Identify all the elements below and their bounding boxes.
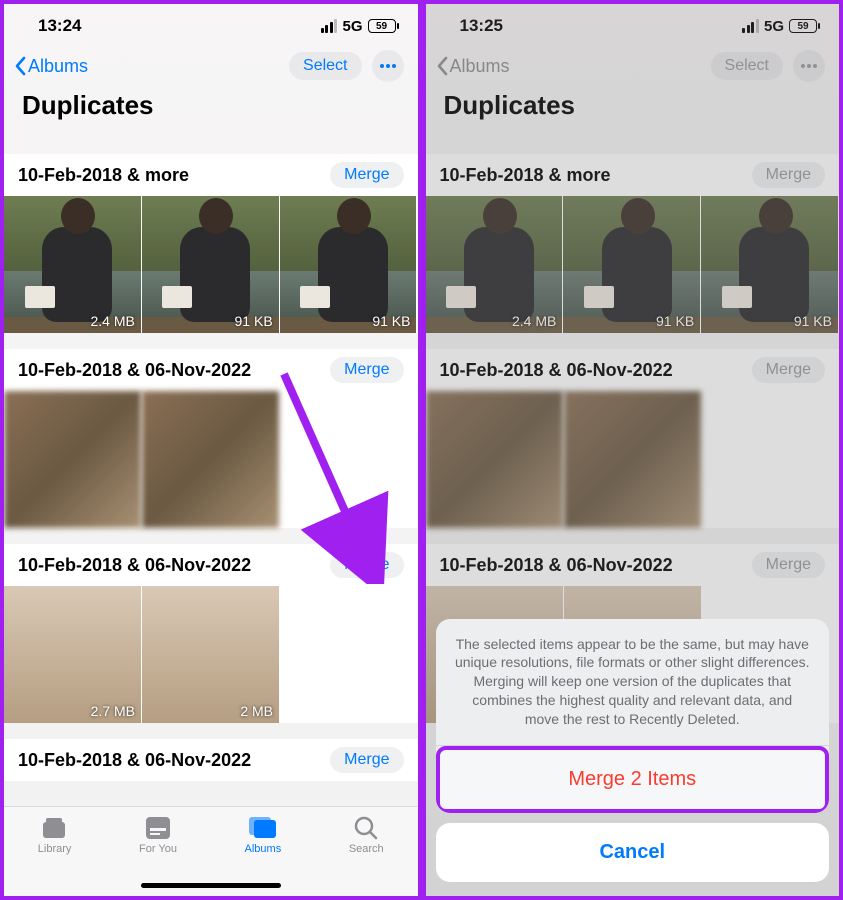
status-time: 13:24: [38, 16, 81, 36]
screenshot-left: 13:24 5G 59 Albums Select Duplicates 10-…: [0, 0, 422, 900]
file-size: 91 KB: [372, 313, 410, 329]
group-title: 10-Feb-2018 & 06-Nov-2022: [18, 360, 251, 381]
photo-thumbnail: 91 KB: [563, 196, 700, 333]
status-right: 5G 59: [321, 18, 396, 35]
duplicate-group: 10-Feb-2018 & 06-Nov-2022 Merge: [4, 349, 418, 528]
photo-thumbnail[interactable]: 91 KB: [142, 196, 279, 333]
group-title: 10-Feb-2018 & 06-Nov-2022: [18, 555, 251, 576]
merge-button: Merge: [752, 357, 825, 383]
duplicate-group: 10-Feb-2018 & 06-Nov-2022 Merge: [426, 349, 840, 528]
ellipsis-icon: [800, 63, 818, 69]
status-bar: 13:24 5G 59: [4, 4, 418, 40]
duplicate-group: 10-Feb-2018 & 06-Nov-2022 Merge 2.7 MB 2…: [4, 544, 418, 723]
photo-thumbnail[interactable]: 91 KB: [280, 196, 417, 333]
group-title: 10-Feb-2018 & 06-Nov-2022: [440, 555, 673, 576]
screenshot-right: 13:25 5G 59 Albums Select Duplicates 10-…: [422, 0, 843, 900]
select-button[interactable]: Select: [289, 52, 361, 80]
tab-label: For You: [139, 843, 177, 855]
file-size: 2.4 MB: [90, 313, 134, 329]
merge-confirm-button[interactable]: Merge 2 Items: [436, 746, 830, 813]
file-size: 2.4 MB: [512, 313, 556, 329]
photo-thumbnail[interactable]: 2.7 MB: [4, 586, 141, 723]
group-title: 10-Feb-2018 & 06-Nov-2022: [18, 750, 251, 771]
page-title: Duplicates: [4, 88, 418, 131]
photo-thumbnail: 2.4 MB: [426, 196, 563, 333]
status-right: 5G 59: [742, 18, 817, 35]
merge-button[interactable]: Merge: [330, 162, 403, 188]
back-label: Albums: [450, 56, 510, 77]
cancel-button[interactable]: Cancel: [436, 823, 830, 882]
ellipsis-icon: [379, 63, 397, 69]
group-title: 10-Feb-2018 & more: [440, 165, 611, 186]
duplicate-group: 10-Feb-2018 & more Merge 2.4 MB 91 KB 91…: [4, 154, 418, 333]
tab-albums[interactable]: Albums: [245, 815, 282, 855]
duplicate-group: 10-Feb-2018 & more Merge 2.4 MB 91 KB 91…: [426, 154, 840, 333]
nav-bar: Albums Select: [4, 40, 418, 88]
file-size: 91 KB: [794, 313, 832, 329]
tab-search[interactable]: Search: [349, 815, 384, 855]
status-bar: 13:25 5G 59: [426, 4, 840, 40]
merge-button[interactable]: Merge: [330, 552, 403, 578]
tab-library[interactable]: Library: [38, 815, 72, 855]
photo-thumbnail[interactable]: 2 MB: [142, 586, 279, 723]
status-time: 13:25: [460, 16, 503, 36]
tab-label: Library: [38, 843, 72, 855]
battery-icon: 59: [368, 19, 396, 33]
photo-thumbnail[interactable]: [142, 391, 279, 528]
search-icon: [351, 815, 381, 841]
file-size: 2 MB: [240, 703, 273, 719]
network-label: 5G: [764, 18, 784, 35]
tab-bar: Library For You Albums Search: [4, 806, 418, 896]
merge-button[interactable]: Merge: [330, 357, 403, 383]
chevron-left-icon: [14, 56, 26, 76]
library-icon: [40, 815, 70, 841]
albums-icon: [248, 815, 278, 841]
battery-icon: 59: [789, 19, 817, 33]
page-title: Duplicates: [426, 88, 840, 131]
file-size: 91 KB: [656, 313, 694, 329]
merge-button: Merge: [752, 162, 825, 188]
photo-thumbnail: 91 KB: [701, 196, 838, 333]
group-title: 10-Feb-2018 & 06-Nov-2022: [440, 360, 673, 381]
file-size: 2.7 MB: [91, 703, 135, 719]
photo-thumbnail: [564, 391, 701, 528]
sheet-message: The selected items appear to be the same…: [436, 619, 830, 746]
photo-thumbnail[interactable]: [4, 391, 141, 528]
home-indicator[interactable]: [141, 883, 281, 888]
action-sheet: The selected items appear to be the same…: [436, 619, 830, 882]
file-size: 91 KB: [235, 313, 273, 329]
chevron-left-icon: [436, 56, 448, 76]
tab-label: Albums: [245, 843, 282, 855]
photo-thumbnail: [426, 391, 563, 528]
back-button[interactable]: Albums: [14, 56, 88, 77]
signal-icon: [321, 19, 338, 33]
tab-foryou[interactable]: For You: [139, 815, 177, 855]
merge-button[interactable]: Merge: [330, 747, 403, 773]
foryou-icon: [143, 815, 173, 841]
tab-label: Search: [349, 843, 384, 855]
signal-icon: [742, 19, 759, 33]
nav-bar: Albums Select: [426, 40, 840, 88]
duplicate-group: 10-Feb-2018 & 06-Nov-2022 Merge: [4, 739, 418, 781]
more-button[interactable]: [372, 50, 404, 82]
photo-thumbnail[interactable]: 2.4 MB: [4, 196, 141, 333]
network-label: 5G: [342, 18, 362, 35]
merge-button: Merge: [752, 552, 825, 578]
duplicates-list[interactable]: 10-Feb-2018 & more Merge 2.4 MB 91 KB 91…: [4, 154, 418, 806]
back-button[interactable]: Albums: [436, 56, 510, 77]
more-button: [793, 50, 825, 82]
select-button: Select: [711, 52, 783, 80]
group-title: 10-Feb-2018 & more: [18, 165, 189, 186]
back-label: Albums: [28, 56, 88, 77]
